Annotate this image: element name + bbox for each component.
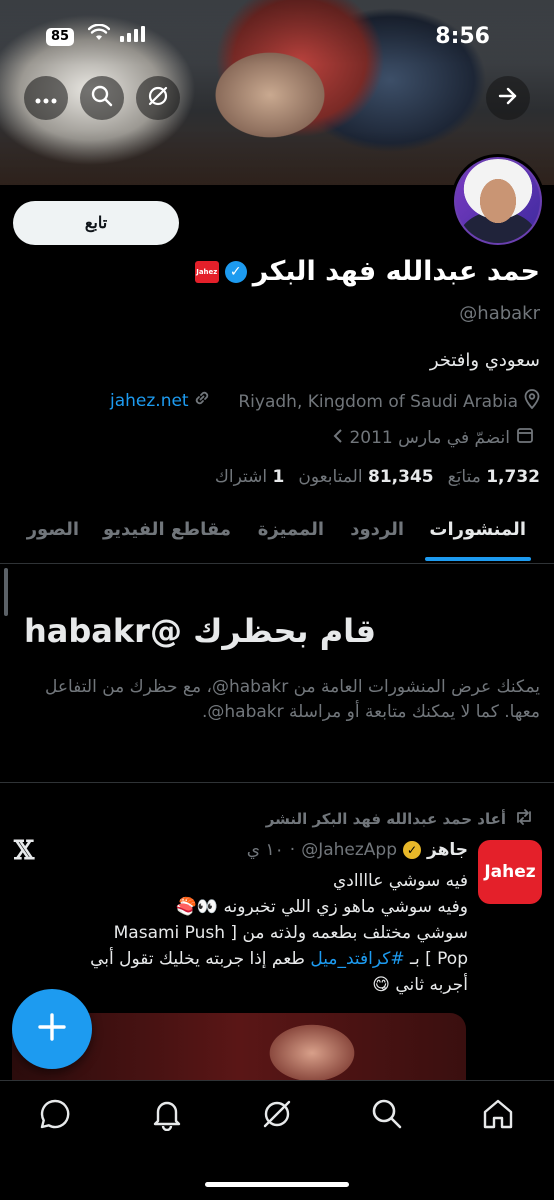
calendar-icon [516, 426, 534, 449]
blocked-title: قام بحظرك @habakr [24, 612, 377, 650]
more-button[interactable] [24, 76, 68, 120]
grok-button[interactable] [136, 76, 180, 120]
nav-search[interactable] [367, 1096, 407, 1136]
post-author-handle[interactable]: @JahezApp [301, 840, 397, 860]
search-icon [91, 85, 113, 111]
post-line: وفيه سوشي ماهو زي اللي تخبرونه 👀🍣 [175, 897, 468, 917]
profile-joined: انضمّ في مارس 2011 [333, 426, 534, 449]
profile-name: حمد عبدالله فهد البكر [252, 256, 540, 287]
section-divider [0, 782, 554, 783]
grok-icon [260, 1097, 294, 1135]
hashtag-link[interactable]: #كرافتد_ميل [310, 949, 404, 969]
signal-icon [120, 26, 146, 47]
profile-avatar[interactable] [456, 159, 540, 243]
profile-name-row: حمد عبدالله فهد البكر ✓ Jahez [194, 256, 540, 287]
following-stat[interactable]: 1,732 متابَع [448, 467, 540, 487]
search-icon [370, 1097, 404, 1135]
profile-bio: سعودي وافتخر [429, 350, 540, 371]
profile-location: Riyadh, Kingdom of Saudi Arabia [238, 389, 540, 414]
follow-button[interactable]: تابع [13, 201, 179, 245]
bell-icon [150, 1097, 184, 1135]
tab-media[interactable]: الصور [27, 519, 79, 540]
compose-button[interactable] [12, 989, 92, 1069]
post-line: سوشي مختلف بطعمه ولذته من [ Masami Push [113, 923, 468, 943]
post-body[interactable]: فيه سوشي عاااادي وفيه سوشي ماهو زي اللي … [28, 868, 468, 998]
post-author-avatar[interactable]: Jahez [478, 840, 542, 904]
plus-icon [37, 1006, 67, 1052]
post-line: Pop ] بـ #كرافتد_ميل طعم إذا جربته يخليك… [90, 949, 468, 969]
post-author-name[interactable]: جاهز [427, 840, 468, 860]
post-line: فيه سوشي عاااادي [333, 871, 468, 891]
message-icon [38, 1097, 72, 1135]
location-pin-icon [524, 389, 540, 414]
profile-website[interactable]: jahez.net [110, 389, 211, 412]
profile-tabs: المنشورات الردود المميزة مقاطع الفيديو ا… [0, 505, 554, 564]
x-logo-icon: 𝕏 [14, 836, 35, 866]
repost-indicator: أعاد حمد عبدالله فهد البكر النشر [266, 809, 534, 829]
nav-notifications[interactable] [147, 1096, 187, 1136]
chevron-left-icon [333, 428, 343, 448]
battery-indicator: 85 [46, 28, 74, 46]
tab-highlights[interactable]: المميزة [258, 519, 324, 540]
subscriptions-stat[interactable]: 1 اشتراك [215, 467, 284, 487]
post-time: ١٠ ي [246, 840, 284, 860]
profile-handle: @habakr [459, 303, 540, 324]
back-button[interactable] [486, 76, 530, 120]
blocked-description: يمكنك عرض المنشورات العامة من habakr@، م… [44, 677, 540, 722]
tab-videos[interactable]: مقاطع الفيديو [103, 519, 231, 540]
active-tab-indicator [425, 557, 531, 561]
grok-icon [147, 85, 169, 111]
status-time: 8:56 [435, 24, 490, 49]
home-icon [481, 1097, 515, 1135]
search-button[interactable] [80, 76, 124, 120]
scrollbar[interactable] [4, 568, 8, 616]
more-icon [35, 89, 57, 108]
verified-badge-icon[interactable]: ✓ [224, 260, 247, 283]
verified-org-icon: ✓ [403, 841, 421, 859]
location-text: Riyadh, Kingdom of Saudi Arabia [238, 391, 518, 412]
repost-label: أعاد حمد عبدالله فهد البكر النشر [265, 810, 506, 828]
post-header: جاهز ✓ @JahezApp · ١٠ ي [247, 840, 468, 860]
wifi-icon [87, 23, 111, 47]
nav-grok[interactable] [257, 1096, 297, 1136]
nav-messages[interactable] [35, 1096, 75, 1136]
joined-text: انضمّ في مارس 2011 [349, 427, 510, 448]
home-indicator[interactable] [205, 1182, 349, 1187]
followers-stat[interactable]: 81,345 المتابعون [298, 467, 433, 487]
post-dot: · [289, 840, 296, 860]
website-link[interactable]: jahez.net [110, 391, 189, 411]
tab-posts[interactable]: المنشورات [429, 519, 526, 540]
post-line: أجربه ثاني 😋 [372, 975, 468, 995]
repost-icon [514, 809, 534, 829]
profile-stats: 1,732 متابَع 81,345 المتابعون 1 اشتراك [215, 467, 540, 487]
nav-home[interactable] [478, 1096, 518, 1136]
tab-replies[interactable]: الردود [350, 519, 404, 540]
arrow-right-icon [498, 86, 518, 110]
affiliate-badge[interactable]: Jahez [194, 260, 219, 283]
link-icon [193, 389, 211, 412]
